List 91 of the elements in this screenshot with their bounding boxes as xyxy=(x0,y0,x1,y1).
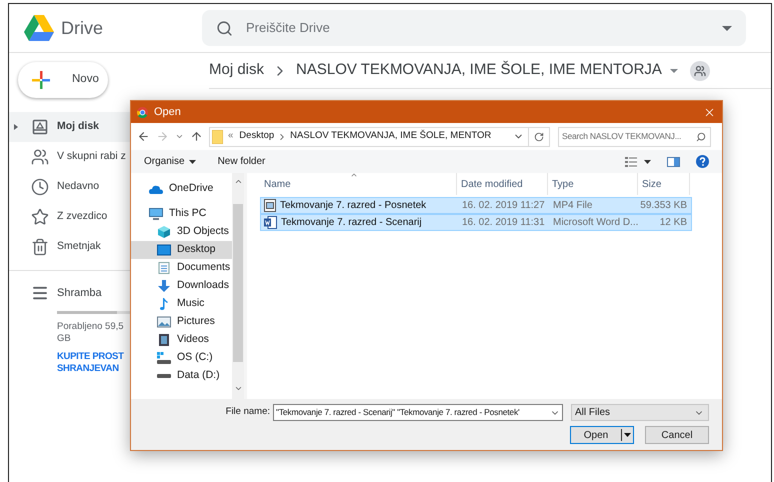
dropdown-caret-icon xyxy=(722,26,732,30)
storage-label: Shramba xyxy=(57,286,102,301)
new-folder-button[interactable]: New folder xyxy=(218,154,266,169)
file-row[interactable]: Tekmovanje 7. razred - Scenarij 16. 02. 2019 11:31 Microsoft Word D... 12 KB xyxy=(260,214,692,231)
search-bar[interactable]: Preiščite Drive xyxy=(202,10,746,46)
folder-tree-item[interactable]: Videos xyxy=(131,331,232,349)
address-segment[interactable]: Desktop xyxy=(239,129,274,144)
file-name: Tekmovanje 7. razred - Scenarij xyxy=(281,216,422,230)
forward-arrow-icon xyxy=(156,130,169,143)
recent-locations-icon[interactable] xyxy=(175,132,184,141)
download-arrow-icon xyxy=(157,280,171,292)
preview-pane-icon[interactable] xyxy=(667,156,680,166)
up-arrow-icon[interactable] xyxy=(190,130,203,143)
dropdown-caret-icon xyxy=(670,68,678,72)
folder-tree-item[interactable]: This PC xyxy=(131,205,232,223)
scroll-down-icon[interactable] xyxy=(234,384,242,393)
desktop-icon xyxy=(157,244,171,256)
folder-tree-item[interactable]: Pictures xyxy=(131,313,232,331)
file-size: 12 KB xyxy=(660,216,687,230)
column-header[interactable]: Type xyxy=(548,173,638,195)
music-note-icon xyxy=(157,298,171,310)
shared-folder-icon xyxy=(690,60,710,80)
organise-button[interactable]: Organise xyxy=(144,154,196,169)
video-file-icon xyxy=(264,199,276,212)
file-name: Tekmovanje 7. razred - Posnetek xyxy=(280,199,426,213)
file-size: 59.353 KB xyxy=(640,199,687,213)
app-name: Drive xyxy=(61,16,104,40)
scrollbar-thumb[interactable] xyxy=(233,204,243,362)
file-date: 16. 02. 2019 11:31 xyxy=(462,216,545,230)
file-type-dropdown[interactable]: All Files xyxy=(571,404,709,421)
view-options-icon[interactable] xyxy=(625,156,637,166)
search-icon xyxy=(216,20,233,36)
folder-tree-item[interactable]: Downloads xyxy=(131,277,232,295)
film-icon xyxy=(157,334,171,346)
storage-usage: Porabljeno 59,5 xyxy=(57,321,124,333)
trash-icon xyxy=(31,238,49,256)
search-icon xyxy=(696,132,706,142)
folder-tree-item[interactable]: OneDrive xyxy=(131,180,232,198)
search-input[interactable]: Preiščite Drive xyxy=(246,18,722,38)
back-arrow-icon[interactable] xyxy=(137,130,150,143)
column-header[interactable]: Size xyxy=(638,173,690,195)
dropdown-caret-icon[interactable] xyxy=(624,433,631,437)
folder-tree-item[interactable]: 3D Objects xyxy=(131,223,232,241)
monitor-icon xyxy=(149,208,163,220)
search-bar[interactable]: Search NASLOV TEKMOVANJ... xyxy=(558,126,711,146)
folder-tree-item[interactable]: Desktop xyxy=(131,241,232,259)
cube-icon xyxy=(157,226,171,238)
scrollbar[interactable] xyxy=(232,173,244,399)
cancel-button[interactable]: Cancel xyxy=(645,426,709,444)
address-bar[interactable]: « Desktop NASLOV TEKMOVANJA, IME ŠOLE, MENTOR xyxy=(209,126,550,146)
folder-icon xyxy=(212,130,223,144)
storage-usage: GB xyxy=(57,333,71,345)
plus-icon xyxy=(32,71,50,89)
folder-tree-item[interactable]: OS (C:) xyxy=(131,349,232,367)
file-type: Microsoft Word D... xyxy=(553,216,638,230)
dropdown-caret-icon[interactable] xyxy=(644,160,651,164)
word-document-icon xyxy=(264,216,277,229)
drive-logo-icon xyxy=(24,15,54,41)
app-logo-icon xyxy=(137,106,148,118)
file-date: 16. 02. 2019 11:27 xyxy=(462,199,545,213)
file-type: MP4 File xyxy=(553,199,592,213)
dropdown-caret-icon xyxy=(188,160,196,164)
buy-storage-link[interactable]: KUPITE PROST xyxy=(57,351,124,363)
folder-tree-item[interactable]: Data (D:) xyxy=(131,367,232,385)
new-button[interactable]: Novo xyxy=(18,62,108,98)
star-icon xyxy=(31,208,49,226)
file-name-field[interactable]: "Tekmovanje 7. razred - Scenarij" "Tekmovanje 7. razred - Posnetek' xyxy=(273,404,563,421)
drive-icon xyxy=(32,119,48,135)
address-segment[interactable]: NASLOV TEKMOVANJA, IME ŠOLE, MENTOR xyxy=(290,129,492,144)
refresh-icon[interactable] xyxy=(534,132,544,142)
folder-tree-item[interactable]: Music xyxy=(131,295,232,313)
file-name-label: File name: xyxy=(226,405,270,420)
buy-storage-link[interactable]: SHRANJEVAN xyxy=(57,363,119,375)
help-icon[interactable] xyxy=(696,155,709,168)
column-header[interactable]: Name xyxy=(260,173,457,195)
breadcrumb-item[interactable]: NASLOV TEKMOVANJA, IME ŠOLE, IME MENTORJA xyxy=(296,59,662,82)
search-input[interactable]: Search NASLOV TEKMOVANJ... xyxy=(562,130,696,143)
people-icon xyxy=(31,148,49,166)
column-header[interactable]: Date modified xyxy=(457,173,548,195)
address-overflow: « xyxy=(228,129,234,144)
clock-icon xyxy=(31,178,49,196)
picture-icon xyxy=(157,316,171,328)
storage-icon xyxy=(31,284,49,302)
document-icon xyxy=(157,262,171,274)
file-row[interactable]: Tekmovanje 7. razred - Posnetek 16. 02. 2019 11:27 MP4 File 59.353 KB xyxy=(260,197,692,214)
folder-tree-item[interactable]: Documents xyxy=(131,259,232,277)
breadcrumb-item[interactable]: Moj disk xyxy=(209,59,264,82)
scroll-up-icon[interactable] xyxy=(234,177,242,186)
system-drive-icon xyxy=(157,352,171,364)
expand-arrow-icon xyxy=(14,124,18,130)
cloud-icon xyxy=(149,183,163,195)
